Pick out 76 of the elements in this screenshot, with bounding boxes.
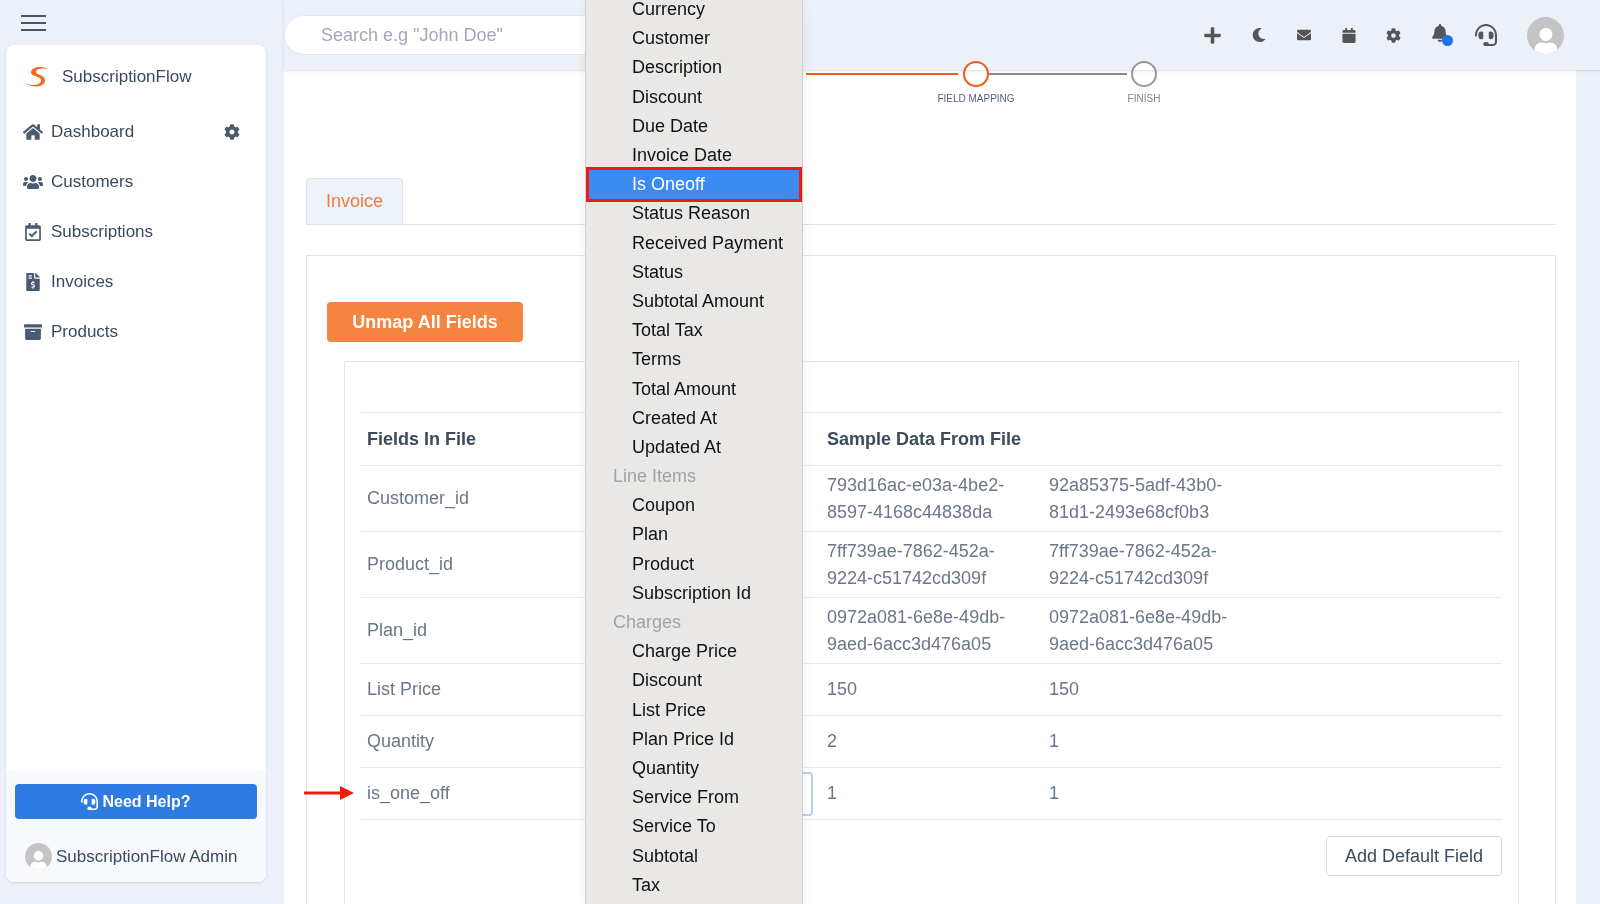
menu-option[interactable]: Due Date (589, 111, 799, 141)
sidebar-item[interactable]: Subscriptions (23, 219, 154, 245)
calendar-icon[interactable] (1342, 27, 1356, 43)
column-header: Fields In File (366, 427, 478, 451)
calendar-check-icon (23, 223, 43, 241)
menu-option[interactable]: Plan Price Id (589, 724, 799, 754)
menu-option[interactable]: Status (589, 257, 799, 287)
table-cell-text: Quantity (366, 730, 436, 753)
menu-option[interactable]: Updated At (589, 432, 799, 462)
menu-option[interactable]: Total Amount (589, 374, 799, 404)
menu-option[interactable]: Discount (589, 666, 799, 696)
menu-option[interactable]: Subtotal Amount (589, 286, 799, 317)
envelope-icon[interactable] (1296, 28, 1312, 42)
menu-option[interactable]: Subscription Id (589, 578, 799, 608)
settings-icon[interactable] (224, 124, 240, 140)
menu-option[interactable]: Plan (589, 520, 799, 550)
table-cell-text: 793d16ac-e03a-4be2-8597-4168c44838da (827, 473, 1006, 524)
table-cell-text: 2 (827, 730, 838, 753)
table-cell-text: Plan_id (366, 619, 429, 643)
table-cell-text: 1 (827, 782, 838, 805)
table-cell-text: 7ff739ae-7862-452a-9224-c51742cd309f (827, 539, 996, 590)
table-cell-text: 150 (827, 678, 859, 701)
headset-icon (81, 793, 99, 810)
menu-option[interactable]: Discount (589, 82, 799, 112)
menu-option[interactable]: Coupon (589, 491, 799, 521)
menu-option[interactable]: Service From (589, 783, 799, 813)
menu-option[interactable]: Quantity (589, 753, 799, 784)
table-cell-text: is_one_off (366, 782, 451, 806)
invoice-icon (23, 273, 43, 291)
menu-option[interactable]: Charge Price (589, 637, 799, 667)
menu-group-label: Line Items (612, 465, 698, 489)
sidebar-item[interactable]: Invoices (23, 269, 114, 295)
step-label: FINISH (1127, 92, 1161, 106)
menu-option[interactable]: Subtotal (589, 841, 799, 871)
menu-option[interactable]: Status Reason (589, 199, 799, 229)
menu-option[interactable]: Service To (589, 812, 799, 842)
user-name: SubscriptionFlow Admin (56, 845, 238, 868)
sidebar-item[interactable]: Products (23, 319, 119, 345)
menu-group-label: Charges (612, 611, 683, 635)
profile-avatar (1527, 16, 1564, 54)
moon-icon[interactable] (1252, 27, 1266, 43)
add-icon[interactable] (1203, 25, 1222, 45)
menu-option[interactable]: Created At (589, 403, 799, 433)
settings-icon[interactable] (1386, 27, 1401, 43)
need-help-button[interactable]: Need Help? (15, 784, 257, 819)
sidebar-item[interactable]: Dashboard (23, 119, 135, 145)
sidebar-item[interactable]: Customers (23, 169, 134, 195)
table-cell-text: 1 (1049, 730, 1060, 753)
table-cell-text: 150 (1049, 678, 1081, 701)
brand-name: SubscriptionFlow (62, 66, 192, 89)
table-cell-text: 1 (1049, 782, 1060, 805)
people-icon (23, 173, 43, 191)
table-cell-text: Product_id (366, 553, 455, 577)
menu-option[interactable]: Product (589, 549, 799, 579)
table-cell-text: 92a85375-5adf-43b0-81d1-2493e68cf0b3 (1049, 473, 1224, 524)
add-default-field-button[interactable]: Add Default Field (1326, 836, 1502, 876)
archive-box-icon (23, 323, 43, 341)
menu-option[interactable]: Tax (589, 870, 799, 900)
table-cell-text: Customer_id (366, 487, 471, 511)
menu-option[interactable]: List Price (589, 695, 799, 725)
table-cell-text: 0972a081-6e8e-49db-9aed-6acc3d476a05 (827, 605, 1007, 656)
notification-bell-icon[interactable] (1431, 24, 1453, 46)
headset-icon[interactable] (1475, 24, 1497, 46)
step-label: FIELD MAPPING (937, 92, 1015, 106)
menu-icon[interactable] (21, 14, 46, 31)
menu-option[interactable]: Invoice Date (589, 140, 799, 171)
menu-option[interactable]: Description (589, 53, 799, 83)
menu-option[interactable]: Terms (589, 345, 799, 375)
table-cell-text: 0972a081-6e8e-49db-9aed-6acc3d476a05 (1049, 605, 1229, 656)
table-cell-text: 7ff739ae-7862-452a-9224-c51742cd309f (1049, 539, 1218, 590)
house-icon (23, 123, 43, 141)
menu-option[interactable]: Received Payment (589, 228, 799, 258)
user-avatar (25, 843, 52, 870)
table-cell-text: List Price (366, 678, 443, 701)
menu-option[interactable]: Total Tax (589, 316, 799, 346)
column-header: Sample Data From File (826, 427, 1022, 451)
